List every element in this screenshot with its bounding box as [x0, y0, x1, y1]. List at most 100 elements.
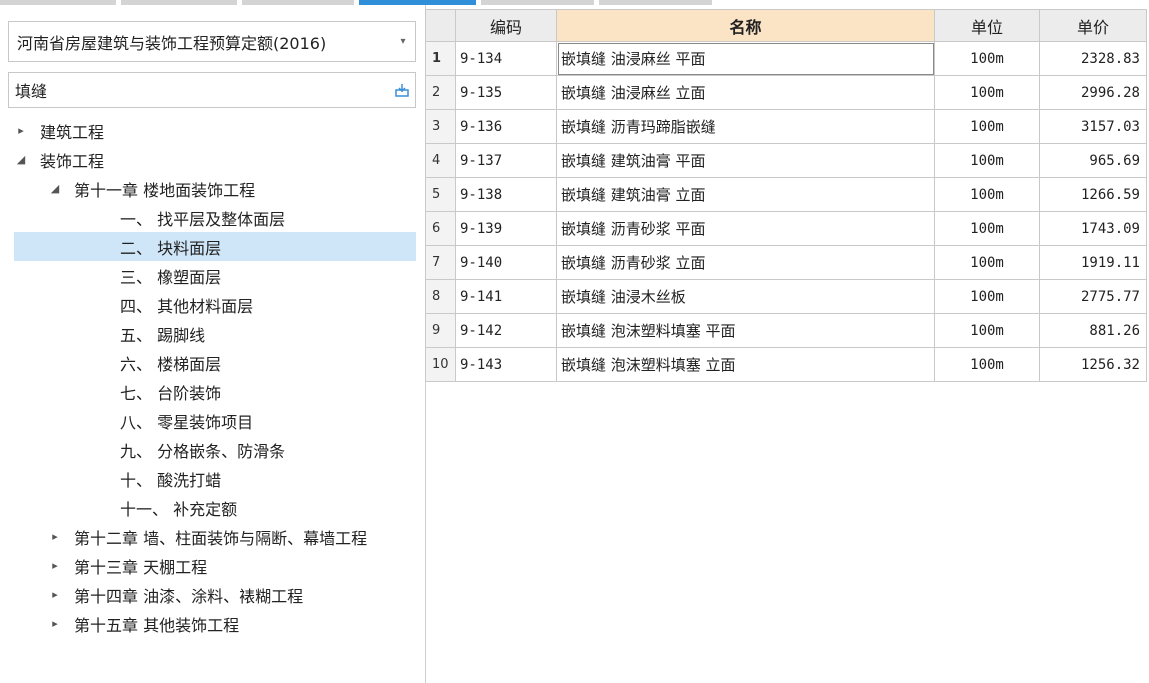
name-cell[interactable]: 嵌填缝 油浸麻丝 立面	[556, 75, 935, 110]
code-cell[interactable]: 9-143	[455, 347, 557, 382]
row-number[interactable]: 5	[425, 177, 456, 212]
expand-icon[interactable]: ▸	[48, 588, 62, 601]
code-cell[interactable]: 9-135	[455, 75, 557, 110]
row-number[interactable]: 3	[425, 109, 456, 144]
tree-node-label: 建筑工程	[40, 122, 105, 142]
code-cell[interactable]: 9-141	[455, 279, 557, 314]
price-cell[interactable]: 1256.32	[1039, 347, 1147, 382]
tree-node[interactable]: ▸ 第十五章 其他装饰工程	[14, 609, 416, 638]
price-cell[interactable]: 881.26	[1039, 313, 1147, 348]
table-row[interactable]: 9 9-142 嵌填缝 泡沫塑料填塞 平面 100m 881.26	[425, 313, 1147, 348]
table-row[interactable]: 6 9-139 嵌填缝 沥青砂浆 平面 100m 1743.09	[425, 211, 1147, 246]
row-number[interactable]: 8	[425, 279, 456, 314]
collapse-icon[interactable]: ◢	[14, 153, 28, 166]
price-cell[interactable]: 965.69	[1039, 143, 1147, 178]
name-cell[interactable]: 嵌填缝 油浸麻丝 平面	[556, 41, 935, 76]
search-icon[interactable]	[389, 77, 415, 103]
collapse-icon[interactable]: ◢	[48, 182, 62, 195]
tab-5[interactable]	[481, 0, 594, 5]
row-number[interactable]: 1	[425, 41, 456, 76]
tree-node-label: 四、 其他材料面层	[120, 296, 254, 316]
price-cell[interactable]: 2328.83	[1039, 41, 1147, 76]
tree-node[interactable]: 十一、 补充定额	[14, 493, 416, 522]
unit-cell[interactable]: 100m	[934, 279, 1040, 314]
tree-node[interactable]: 九、 分格嵌条、防滑条	[14, 435, 416, 464]
tab-6[interactable]	[599, 0, 712, 5]
unit-header[interactable]: 单位	[934, 9, 1040, 42]
unit-cell[interactable]: 100m	[934, 211, 1040, 246]
name-cell[interactable]: 嵌填缝 油浸木丝板	[556, 279, 935, 314]
expand-icon[interactable]: ▸	[48, 530, 62, 543]
search-input[interactable]: 填缝	[9, 78, 389, 102]
code-cell[interactable]: 9-138	[455, 177, 557, 212]
table-row[interactable]: 8 9-141 嵌填缝 油浸木丝板 100m 2775.77	[425, 279, 1147, 314]
name-cell[interactable]: 嵌填缝 泡沫塑料填塞 立面	[556, 347, 935, 382]
price-cell[interactable]: 3157.03	[1039, 109, 1147, 144]
row-number[interactable]: 2	[425, 75, 456, 110]
tree-node-label: 六、 楼梯面层	[120, 354, 222, 374]
code-cell[interactable]: 9-139	[455, 211, 557, 246]
name-cell[interactable]: 嵌填缝 沥青砂浆 平面	[556, 211, 935, 246]
unit-cell[interactable]: 100m	[934, 41, 1040, 76]
tree-node[interactable]: ▸ 第十四章 油漆、涂料、裱糊工程	[14, 580, 416, 609]
code-cell[interactable]: 9-137	[455, 143, 557, 178]
unit-cell[interactable]: 100m	[934, 75, 1040, 110]
price-cell[interactable]: 1743.09	[1039, 211, 1147, 246]
tree-node[interactable]: ▸ 第十三章 天棚工程	[14, 551, 416, 580]
name-cell[interactable]: 嵌填缝 建筑油膏 立面	[556, 177, 935, 212]
expand-icon[interactable]: ▸	[14, 124, 28, 137]
table-row[interactable]: 4 9-137 嵌填缝 建筑油膏 平面 100m 965.69	[425, 143, 1147, 178]
price-cell[interactable]: 1919.11	[1039, 245, 1147, 280]
tree-node[interactable]: 八、 零星装饰项目	[14, 406, 416, 435]
code-cell[interactable]: 9-136	[455, 109, 557, 144]
tree-node[interactable]: 一、 找平层及整体面层	[14, 203, 416, 232]
row-number[interactable]: 10	[425, 347, 456, 382]
table-row[interactable]: 1 9-134 嵌填缝 油浸麻丝 平面 100m 2328.83	[425, 41, 1147, 76]
expand-icon[interactable]: ▸	[48, 617, 62, 630]
unit-cell[interactable]: 100m	[934, 177, 1040, 212]
tree-node[interactable]: 三、 橡塑面层	[14, 261, 416, 290]
unit-cell[interactable]: 100m	[934, 245, 1040, 280]
table-row[interactable]: 3 9-136 嵌填缝 沥青玛蹄脂嵌缝 100m 3157.03	[425, 109, 1147, 144]
chevron-down-icon[interactable]: ▾	[391, 36, 415, 47]
name-cell[interactable]: 嵌填缝 建筑油膏 平面	[556, 143, 935, 178]
name-cell[interactable]: 嵌填缝 沥青玛蹄脂嵌缝	[556, 109, 935, 144]
tree-node[interactable]: ▸ 第十二章 墙、柱面装饰与隔断、幕墙工程	[14, 522, 416, 551]
unit-cell[interactable]: 100m	[934, 313, 1040, 348]
rownum-header[interactable]	[425, 9, 456, 42]
unit-cell[interactable]: 100m	[934, 143, 1040, 178]
table-row[interactable]: 7 9-140 嵌填缝 沥青砂浆 立面 100m 1919.11	[425, 245, 1147, 280]
quota-library-select[interactable]: 河南省房屋建筑与装饰工程预算定额(2016) ▾	[8, 21, 416, 62]
table-row[interactable]: 2 9-135 嵌填缝 油浸麻丝 立面 100m 2996.28	[425, 75, 1147, 110]
code-cell[interactable]: 9-140	[455, 245, 557, 280]
search-field[interactable]: 填缝	[8, 72, 416, 108]
name-cell[interactable]: 嵌填缝 泡沫塑料填塞 平面	[556, 313, 935, 348]
unit-cell[interactable]: 100m	[934, 347, 1040, 382]
row-number[interactable]: 6	[425, 211, 456, 246]
price-cell[interactable]: 2775.77	[1039, 279, 1147, 314]
row-number[interactable]: 4	[425, 143, 456, 178]
expand-icon[interactable]: ▸	[48, 559, 62, 572]
table-row[interactable]: 10 9-143 嵌填缝 泡沫塑料填塞 立面 100m 1256.32	[425, 347, 1147, 382]
tree-node[interactable]: ▸ 建筑工程	[14, 116, 416, 145]
tree-node[interactable]: 七、 台阶装饰	[14, 377, 416, 406]
price-cell[interactable]: 2996.28	[1039, 75, 1147, 110]
code-cell[interactable]: 9-142	[455, 313, 557, 348]
tree-node[interactable]: 二、 块料面层	[14, 232, 416, 261]
tree-node[interactable]: 十、 酸洗打蜡	[14, 464, 416, 493]
tree-node[interactable]: ◢ 第十一章 楼地面装饰工程	[14, 174, 416, 203]
tree-node[interactable]: ◢ 装饰工程	[14, 145, 416, 174]
row-number[interactable]: 7	[425, 245, 456, 280]
tree-node[interactable]: 五、 踢脚线	[14, 319, 416, 348]
table-row[interactable]: 5 9-138 嵌填缝 建筑油膏 立面 100m 1266.59	[425, 177, 1147, 212]
tree-node[interactable]: 六、 楼梯面层	[14, 348, 416, 377]
name-header[interactable]: 名称	[556, 9, 935, 42]
price-cell[interactable]: 1266.59	[1039, 177, 1147, 212]
code-header[interactable]: 编码	[455, 9, 557, 42]
name-cell[interactable]: 嵌填缝 沥青砂浆 立面	[556, 245, 935, 280]
unit-cell[interactable]: 100m	[934, 109, 1040, 144]
tree-node[interactable]: 四、 其他材料面层	[14, 290, 416, 319]
price-header[interactable]: 单价	[1039, 9, 1147, 42]
row-number[interactable]: 9	[425, 313, 456, 348]
code-cell[interactable]: 9-134	[455, 41, 557, 76]
